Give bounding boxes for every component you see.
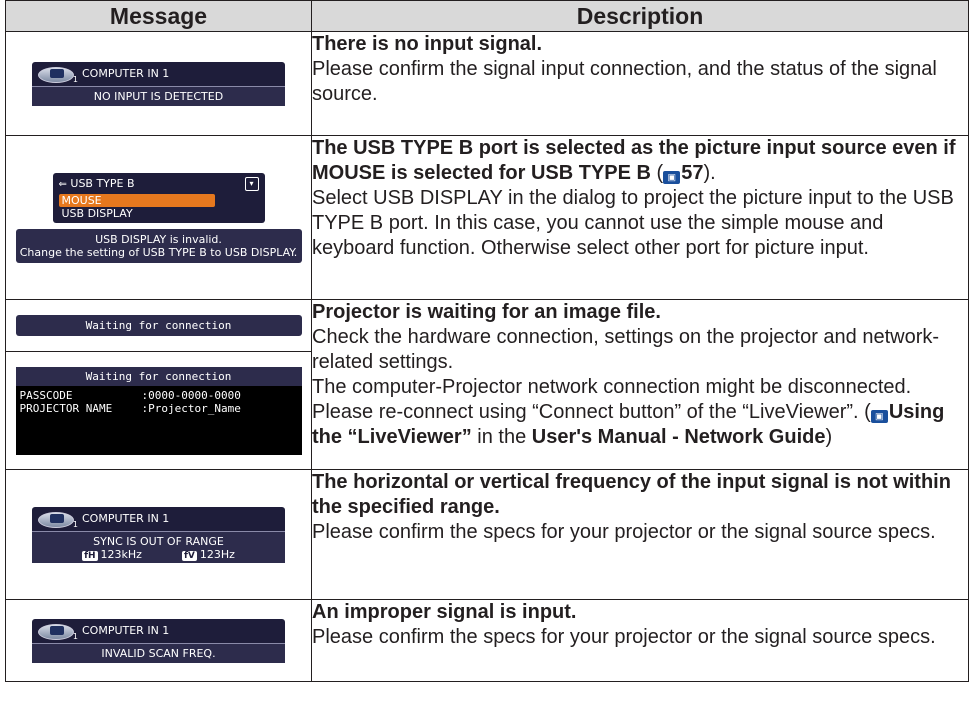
osd-screenshot-cell: ⇐ USB TYPE B ▾ MOUSE USB DISPLAY USB DIS… <box>5 135 312 300</box>
book-icon: ▣ <box>870 410 888 423</box>
osd-message: INVALID SCAN FREQ. <box>32 642 285 663</box>
table-row: 1 COMPUTER IN 1 INVALID SCAN FREQ. An im… <box>5 599 969 682</box>
warning-line-2: Change the setting of USB TYPE B to USB … <box>19 245 298 259</box>
table-row: 1 COMPUTER IN 1 SYNC IS OUT OF RANGE fH 1… <box>5 469 969 600</box>
desc-heading: There is no input signal. <box>312 33 543 55</box>
manual-ref: User's Manual - Network Guide <box>531 426 826 448</box>
osd-waiting: Waiting for connection <box>15 315 302 336</box>
book-icon: ▣ <box>663 171 681 184</box>
osd-screenshot-cell: 1 COMPUTER IN 1 INVALID SCAN FREQ. <box>5 599 312 682</box>
desc-text: Check the hardware connection, settings … <box>312 326 940 373</box>
description-cell: An improper signal is input. Please conf… <box>311 599 969 682</box>
desc-text: Please confirm the signal input connecti… <box>312 58 937 105</box>
header-message: Message <box>5 0 312 32</box>
osd-title: COMPUTER IN 1 <box>82 624 170 637</box>
osd-title: COMPUTER IN 1 <box>82 512 170 525</box>
warning-line-1: USB DISPLAY is invalid. <box>95 232 222 246</box>
osd-screenshot-cell: Waiting for connection <box>5 299 312 352</box>
osd-screenshot-cell: 1 COMPUTER IN 1 NO INPUT IS DETECTED <box>5 31 312 136</box>
table-header-row: Message Description <box>5 0 969 32</box>
fh-icon: fH <box>82 550 98 561</box>
description-cell: There is no input signal. Please confirm… <box>311 31 969 136</box>
option-mouse[interactable]: MOUSE <box>58 193 215 207</box>
message-table: Message Description 1 COMPUTER IN 1 NO I… <box>5 0 969 682</box>
description-cell: The horizontal or vertical frequency of … <box>311 469 969 600</box>
osd-title: COMPUTER IN 1 <box>82 67 170 80</box>
desc-heading: The horizontal or vertical frequency of … <box>312 471 951 518</box>
page-ref: 57 <box>681 162 704 184</box>
osd-screenshot-cell: Waiting for connection PASSCODE :0000-00… <box>5 351 312 470</box>
projector-name-value: :Projector_Name <box>141 401 241 415</box>
desc-heading: Projector is waiting for an image file. <box>312 301 661 323</box>
projector-name-label: PROJECTOR NAME <box>19 401 113 415</box>
osd-usb-dialog: ⇐ USB TYPE B ▾ MOUSE USB DISPLAY <box>52 172 265 223</box>
computer-connector-icon: 1 <box>38 621 78 641</box>
description-cell: Projector is waiting for an image file. … <box>311 299 969 470</box>
osd-message: SYNC IS OUT OF RANGE <box>93 534 224 548</box>
osd-invalid-scan: 1 COMPUTER IN 1 INVALID SCAN FREQ. <box>32 618 285 663</box>
osd-title: USB TYPE B <box>70 177 135 190</box>
passcode-value: :0000-0000-0000 <box>141 388 241 402</box>
dropdown-icon[interactable]: ▾ <box>244 176 259 191</box>
osd-waiting-details: Waiting for connection PASSCODE :0000-00… <box>15 366 302 455</box>
desc-text-2: The computer-Projector network connectio… <box>312 376 912 423</box>
table-row: Waiting for connection Projector is wait… <box>5 299 969 470</box>
passcode-label: PASSCODE <box>19 388 73 402</box>
desc-text: Select USB DISPLAY in the dialog to proj… <box>312 187 954 259</box>
header-description: Description <box>311 0 969 32</box>
description-cell: The USB TYPE B port is selected as the p… <box>311 135 969 300</box>
osd-message: NO INPUT IS DETECTED <box>32 85 285 106</box>
osd-no-input: 1 COMPUTER IN 1 NO INPUT IS DETECTED <box>32 61 285 106</box>
fv-icon: fV <box>181 550 197 561</box>
desc-heading: An improper signal is input. <box>312 601 577 623</box>
desc-heading: The USB TYPE B port is selected as the p… <box>312 137 956 184</box>
osd-screenshot-cell: 1 COMPUTER IN 1 SYNC IS OUT OF RANGE fH 1… <box>5 469 312 600</box>
computer-connector-icon: 1 <box>38 64 78 84</box>
osd-sync-out: 1 COMPUTER IN 1 SYNC IS OUT OF RANGE fH 1… <box>32 506 285 563</box>
computer-connector-icon: 1 <box>38 509 78 529</box>
usb-icon: ⇐ <box>58 179 67 190</box>
table-row: ⇐ USB TYPE B ▾ MOUSE USB DISPLAY USB DIS… <box>5 135 969 300</box>
osd-usb-warning: USB DISPLAY is invalid. Change the setti… <box>15 228 302 263</box>
desc-text: Please confirm the specs for your projec… <box>312 521 936 543</box>
table-row: 1 COMPUTER IN 1 NO INPUT IS DETECTED The… <box>5 31 969 136</box>
option-usb-display[interactable]: USB DISPLAY <box>59 207 259 220</box>
desc-text: Please confirm the specs for your projec… <box>312 626 936 648</box>
